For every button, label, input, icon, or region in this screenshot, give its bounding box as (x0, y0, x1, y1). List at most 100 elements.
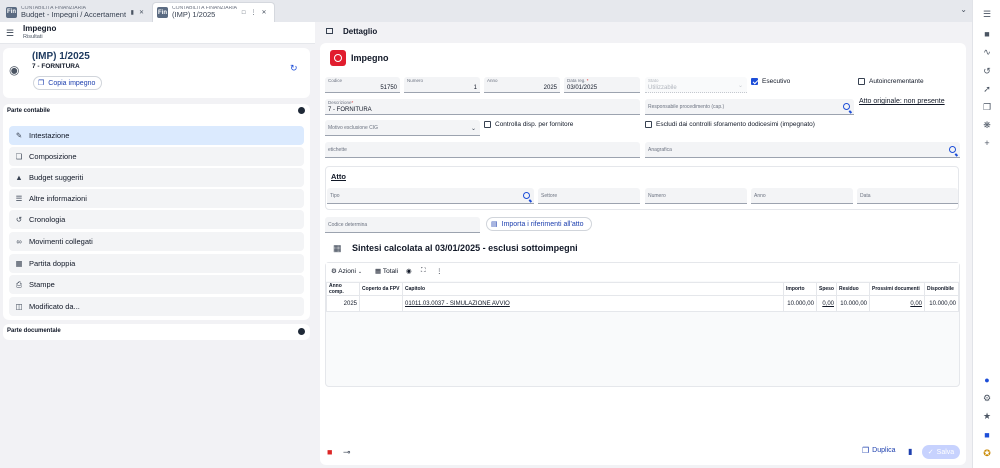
more-icon[interactable]: ⋮ (251, 9, 257, 16)
menu-item-cronologia[interactable]: ↺ Cronologia (9, 210, 304, 229)
tab-imp[interactable]: Fin CONTABILITÀ FINANZIARIA (IMP) 1/2025 … (152, 2, 275, 22)
menu-icon[interactable]: ☰ (6, 28, 14, 39)
window-icon[interactable]: □ (242, 10, 246, 16)
chevron-down-icon: ⌄ (357, 269, 363, 275)
document-icon[interactable]: ▮ (908, 447, 912, 456)
book-icon[interactable]: ■ (981, 29, 993, 39)
collapse-icon[interactable] (298, 107, 305, 114)
atto-tipo-field[interactable]: Tipo (327, 188, 534, 204)
codice-determina-field[interactable]: Codice determina (325, 217, 480, 233)
copy-impegno-button[interactable]: ❐ Copia impegno (33, 76, 102, 90)
menu-item-stampe[interactable]: ⎙ Stampe (9, 275, 304, 294)
anno-field[interactable]: Anno 2025 (484, 77, 560, 93)
money-bag-icon: ▲ (15, 173, 23, 182)
menu-item-partita-doppia[interactable]: ▦ Partita doppia (9, 254, 304, 273)
pin-icon[interactable]: ➚ (981, 84, 993, 95)
anagrafica-field[interactable]: Anagrafica (645, 142, 960, 158)
refresh-icon[interactable]: ↻ (290, 63, 298, 74)
numero-value: 1 (473, 85, 477, 91)
menu-label: Budget suggeriti (29, 173, 84, 182)
expand-icon[interactable] (298, 328, 305, 335)
autoincrementante-checkbox[interactable] (858, 78, 865, 85)
list-view-icon[interactable]: ☰ (981, 9, 993, 20)
atto-anno-field[interactable]: Anno (751, 188, 853, 204)
network-icon[interactable]: ❋ (981, 120, 993, 131)
tab-budget[interactable]: Fin CONTABILITÀ FINANZIARIA Budget - Impe… (2, 2, 148, 22)
anno-value: 2025 (543, 85, 557, 91)
record-title: (IMP) 1/2025 (32, 51, 90, 62)
descrizione-field[interactable]: Descrizione* 7 - FORNITURA (325, 99, 640, 115)
column-header[interactable]: Coperto da FPV (359, 282, 403, 296)
cell-speso-link[interactable]: 0,00 (815, 295, 838, 312)
more-icon[interactable]: ⋮ (436, 267, 443, 275)
atto-data-field[interactable]: Data (857, 188, 958, 204)
search-icon[interactable] (843, 103, 850, 110)
atto-settore-field[interactable]: Settore (538, 188, 640, 204)
column-header[interactable]: Importo (782, 282, 817, 296)
menu-label: Modificato da... (29, 302, 80, 311)
duplica-button[interactable]: ❐ Duplica (862, 446, 896, 455)
atto-numero-field[interactable]: Numero (645, 188, 747, 204)
section-label[interactable]: Parte contabile (7, 108, 50, 114)
eye-icon[interactable]: ◉ (406, 267, 412, 275)
column-header[interactable]: Residuo (836, 282, 870, 296)
escludi-checkbox[interactable] (645, 121, 652, 128)
close-icon[interactable]: ✕ (139, 9, 144, 16)
controlla-checkbox[interactable] (484, 121, 491, 128)
attachment-icon[interactable]: ⊸ (343, 447, 351, 458)
azioni-button[interactable]: ⚙ Azioni ⌄ (331, 267, 362, 275)
column-header[interactable]: Speso (815, 282, 838, 296)
column-header[interactable]: Disponibile (924, 282, 959, 296)
sintesi-title: Sintesi calcolata al 03/01/2025 - esclus… (352, 243, 578, 253)
menu-item-budget-suggeriti[interactable]: ▲ Budget suggeriti (9, 168, 304, 187)
chat-icon[interactable]: ■ (981, 430, 993, 440)
location-icon[interactable]: ● (981, 375, 993, 385)
trash-icon[interactable]: ■ (327, 447, 332, 457)
record-subtitle: 7 - FORNITURA (32, 63, 80, 70)
column-header[interactable]: Anno comp. (326, 282, 360, 296)
print-icon: ⎙ (16, 279, 22, 289)
chart-line-icon[interactable]: ∿ (981, 47, 993, 58)
cell-importo: 10.000,00 (782, 295, 817, 312)
stato-value: Utilizzabile (648, 85, 677, 91)
bookmark-icon[interactable]: ▮ (131, 9, 134, 16)
menu-item-intestazione[interactable]: ✎ Intestazione (9, 126, 304, 145)
search-icon[interactable] (949, 146, 956, 153)
plus-icon[interactable]: + (981, 138, 993, 148)
column-header[interactable]: Capitolo (402, 282, 784, 296)
responsabile-field[interactable]: Responsabile procedimento (cap.) (645, 99, 854, 115)
panel-icon[interactable] (326, 28, 333, 34)
support-icon[interactable]: ✪ (981, 448, 993, 459)
menu-item-altre-informazioni[interactable]: ☰ Altre informazioni (9, 189, 304, 208)
importa-riferimenti-button[interactable]: ▤ Importa i riferimenti all'atto (486, 217, 592, 231)
column-header[interactable]: Prossimi documenti (869, 282, 925, 296)
totali-button[interactable]: ▦ Totali (375, 267, 398, 275)
codice-field[interactable]: Codice 51750 (325, 77, 400, 93)
menu-item-movimenti-collegati[interactable]: ∞ Movimenti collegati (9, 232, 304, 251)
menu-item-composizione[interactable]: ❏ Composizione (9, 147, 304, 166)
cell-capitolo-link[interactable]: 01011.03.0037 - SIMULAZIONE AVVIO (402, 295, 784, 312)
search-icon[interactable] (523, 192, 530, 199)
settings-icon[interactable]: ⚙ (981, 393, 993, 404)
atto-originale-link[interactable]: Atto originale: non presente (859, 98, 945, 105)
esecutivo-checkbox[interactable] (751, 78, 758, 85)
cell-prossimi-link[interactable]: 0,00 (869, 295, 925, 312)
stato-select[interactable]: Stato Utilizzabile ⌄ (645, 77, 747, 93)
menu-item-modificato-da[interactable]: ◫ Modificato da... (9, 297, 304, 316)
numero-field[interactable]: Numero 1 (404, 77, 480, 93)
fullscreen-icon[interactable]: ⛶ (421, 267, 426, 275)
accessibility-icon[interactable]: ★ (981, 411, 993, 422)
motivo-esclusione-select[interactable]: Motivo esclusione CIG ⌄ (325, 120, 480, 136)
table-row[interactable]: 2025 01011.03.0037 - SIMULAZIONE AVVIO 1… (326, 295, 959, 312)
chevron-down-icon[interactable]: ⌄ (960, 5, 967, 14)
close-icon[interactable]: ✕ (262, 9, 267, 16)
panel-subtitle[interactable]: Risultati (23, 34, 43, 40)
etichette-field[interactable]: etichette (325, 142, 640, 158)
save-button[interactable]: ✓ Salva (922, 445, 960, 459)
cell-disponibile: 10.000,00 (924, 295, 959, 312)
table-header-row: Anno comp. Coperto da FPV Capitolo Impor… (326, 282, 959, 296)
section-label[interactable]: Parte documentale (7, 328, 61, 334)
history-icon[interactable]: ↺ (981, 66, 993, 77)
data-reg-field[interactable]: Data reg. * 03/01/2025 (564, 77, 640, 93)
copy-icon[interactable]: ❐ (981, 102, 993, 113)
